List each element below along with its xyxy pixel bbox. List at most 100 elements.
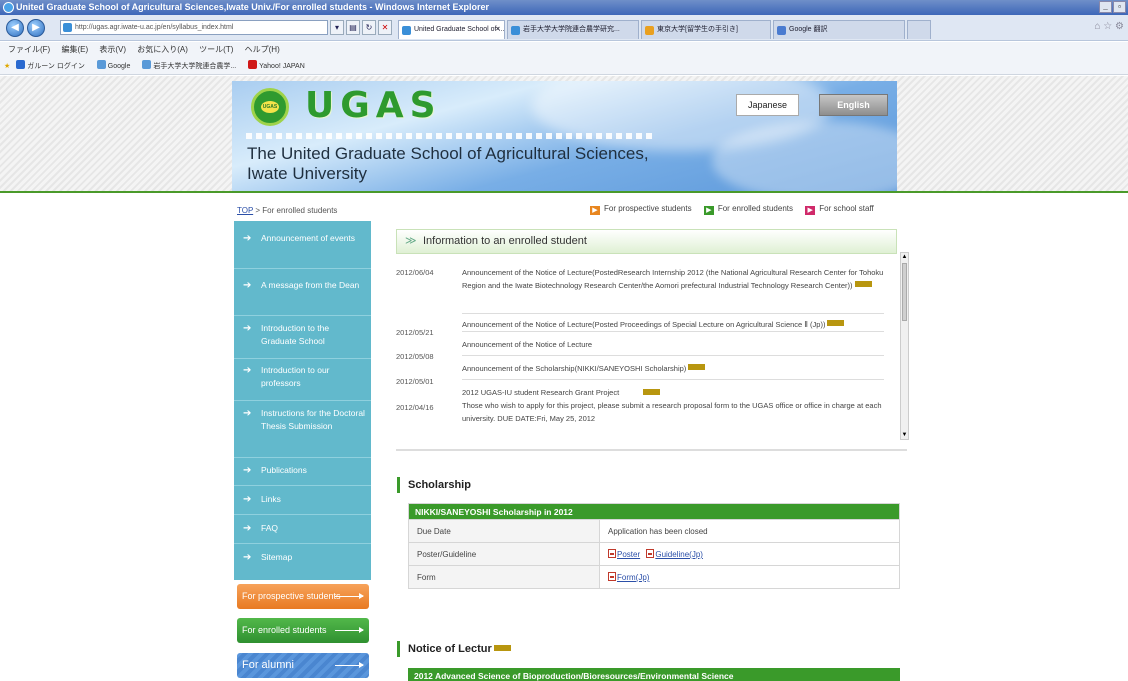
info-heading: ≫ Information to an enrolled student	[396, 229, 897, 254]
new-badge-icon	[854, 281, 872, 287]
pdf-icon	[608, 572, 616, 581]
favorites-bar: ★ ガルーン ログイン Google 岩手大学大学院連合農学... Yahoo!…	[0, 58, 1128, 75]
fav-iwate[interactable]: 岩手大学大学院連合農学...	[142, 60, 236, 70]
scrollbar-thumb[interactable]	[902, 263, 907, 321]
site-banner: UGAS UGAS The United Graduate School of …	[232, 81, 897, 191]
sidebar-item-links[interactable]: ➔ Links	[234, 489, 371, 515]
arrow-right-icon: ▶	[703, 206, 714, 215]
prospective-students-link[interactable]: ▶ For prospective students	[590, 204, 692, 215]
prospective-students-button[interactable]: For prospective students	[237, 584, 369, 609]
window-titlebar: United Graduate School of Agricultural S…	[0, 0, 1128, 15]
news-item[interactable]: Announcement of the Notice of Lecture(Po…	[462, 266, 884, 314]
scroll-up-icon[interactable]: ▲	[901, 253, 908, 261]
news-item[interactable]: Announcement of the Notice of Lecture	[462, 338, 884, 356]
news-item[interactable]: Announcement of the Scholarship(NIKKI/SA…	[462, 362, 884, 380]
window-title: United Graduate School of Agricultural S…	[16, 2, 489, 12]
refresh-icon[interactable]: ↻	[362, 20, 376, 35]
ie-page-icon	[16, 60, 26, 69]
site-logo-text[interactable]: UGAS	[305, 85, 442, 126]
tab-ugas[interactable]: United Graduate School of ... ×	[398, 20, 505, 39]
arrow-right-icon	[335, 593, 364, 599]
menu-help[interactable]: ヘルプ(H)	[245, 45, 280, 54]
tab-iwate-ugas-jp[interactable]: 岩手大学大学院連合農学研究...	[507, 20, 639, 39]
poster-link[interactable]: Poster	[617, 550, 640, 559]
ie-page-icon	[511, 26, 520, 35]
row-label: Poster/Guideline	[408, 542, 600, 566]
form-link[interactable]: Form(Jp)	[617, 573, 649, 582]
news-item[interactable]: Announcement of the Notice of Lecture(Po…	[462, 318, 884, 332]
new-tab-button[interactable]	[907, 20, 931, 39]
scholarship-table: NIKKI/SANEYOSHI Scholarship in 2012 Due …	[408, 503, 900, 589]
english-language-button[interactable]: English	[819, 94, 888, 116]
ie-page-icon	[96, 60, 106, 69]
sidebar-item-thesis-submission[interactable]: ➔ Instructions for the Doctoral Thesis Su…	[234, 406, 371, 458]
pdf-icon	[646, 549, 655, 558]
menu-view[interactable]: 表示(V)	[99, 45, 126, 54]
news-scrollbar[interactable]: ▲ ▼	[900, 252, 909, 440]
news-date: 2012/05/08	[396, 352, 434, 361]
minimize-button[interactable]: _	[1099, 1, 1112, 13]
sidebar-item-graduate-school[interactable]: ➔ Introduction to the Graduate School	[234, 321, 371, 359]
scholarship-heading: Scholarship	[397, 477, 471, 493]
browser-navbar: ◀ ▶ http://ugas.agr.iwate-u.ac.jp/en/syl…	[0, 15, 1128, 41]
close-tab-icon[interactable]: ×	[496, 21, 500, 39]
tab-tokyo-univ[interactable]: 東京大学[留学生の手引き]	[641, 20, 771, 39]
fav-garoon[interactable]: ガルーン ログイン	[16, 60, 85, 70]
fav-yahoo[interactable]: Yahoo! JAPAN	[248, 60, 305, 70]
forward-button[interactable]: ▶	[27, 19, 45, 37]
school-name: The United Graduate School of Agricultur…	[247, 144, 649, 183]
tab-google-translate[interactable]: Google 翻訳	[773, 20, 905, 39]
sidebar-item-events[interactable]: ➔ Announcement of events	[234, 231, 371, 269]
sidebar-item-professors[interactable]: ➔ Introduction to our professors	[234, 363, 371, 401]
arrow-right-icon: ➔	[243, 523, 252, 534]
japanese-language-button[interactable]: Japanese	[736, 94, 799, 116]
scroll-down-icon[interactable]: ▼	[901, 431, 908, 439]
sidebar-item-faq[interactable]: ➔ FAQ	[234, 518, 371, 544]
lecture-heading: Notice of Lectur	[397, 641, 511, 657]
row-value: Poster Guideline(Jp)	[599, 542, 900, 566]
ugas-emblem-icon[interactable]: UGAS	[251, 88, 289, 126]
menu-favorites[interactable]: お気に入り(A)	[137, 45, 188, 54]
arrow-right-icon: ➔	[243, 465, 252, 476]
school-staff-link[interactable]: ▶ For school staff	[805, 204, 874, 215]
google-translate-icon	[777, 26, 786, 35]
breadcrumb-top-link[interactable]: TOP	[237, 206, 253, 215]
search-dropdown-icon[interactable]: ▾	[330, 20, 344, 35]
menu-tools[interactable]: ツール(T)	[199, 45, 233, 54]
table-row: Form Form(Jp)	[408, 565, 900, 589]
home-star-gear-icons[interactable]: ⌂ ☆ ⚙	[1094, 21, 1124, 32]
sidebar-item-sitemap[interactable]: ➔ Sitemap	[234, 547, 371, 575]
new-badge-icon	[493, 645, 511, 651]
alumni-button[interactable]: For alumni	[237, 653, 369, 678]
table-row: Due Date Application has been closed	[408, 519, 900, 543]
enrolled-students-button[interactable]: For enrolled students	[237, 618, 369, 643]
breadcrumb-current: For enrolled students	[262, 206, 338, 215]
arrow-right-icon	[335, 662, 364, 668]
star-page-icon	[645, 26, 654, 35]
tab-label: Google 翻訳	[789, 26, 828, 33]
restore-button[interactable]: ▫	[1113, 1, 1126, 13]
guideline-link[interactable]: Guideline(Jp)	[655, 550, 703, 559]
fav-google[interactable]: Google	[96, 60, 130, 70]
menu-file[interactable]: ファイル(F)	[8, 45, 50, 54]
address-bar[interactable]: http://ugas.agr.iwate-u.ac.jp/en/syllabu…	[60, 20, 328, 35]
new-badge-icon	[688, 364, 706, 370]
sidebar-item-publications[interactable]: ➔ Publications	[234, 460, 371, 486]
menu-edit[interactable]: 編集(E)	[61, 45, 88, 54]
lecture-title-bar: 2012 Advanced Science of Bioproduction/B…	[408, 668, 900, 681]
stop-icon[interactable]: ✕	[378, 20, 392, 35]
news-item[interactable]: 2012 UGAS-IU student Research Grant Proj…	[462, 386, 884, 434]
pdf-icon	[608, 549, 616, 558]
page-icon	[63, 23, 72, 32]
table-caption: NIKKI/SANEYOSHI Scholarship in 2012	[408, 503, 900, 520]
news-list: 2012/06/04 Announcement of the Notice of…	[396, 256, 907, 451]
compat-view-icon[interactable]: ▤	[346, 20, 360, 35]
web-page: UGAS UGAS The United Graduate School of …	[0, 76, 1128, 681]
row-label: Due Date	[408, 519, 600, 543]
arrow-right-icon: ➔	[243, 408, 252, 419]
favorites-star-icon[interactable]: ★	[4, 63, 10, 70]
enrolled-students-link[interactable]: ▶ For enrolled students	[703, 204, 793, 215]
arrow-right-icon: ▶	[590, 206, 600, 215]
sidebar-item-dean-message[interactable]: ➔ A message from the Dean	[234, 278, 371, 316]
back-button[interactable]: ◀	[6, 19, 24, 37]
